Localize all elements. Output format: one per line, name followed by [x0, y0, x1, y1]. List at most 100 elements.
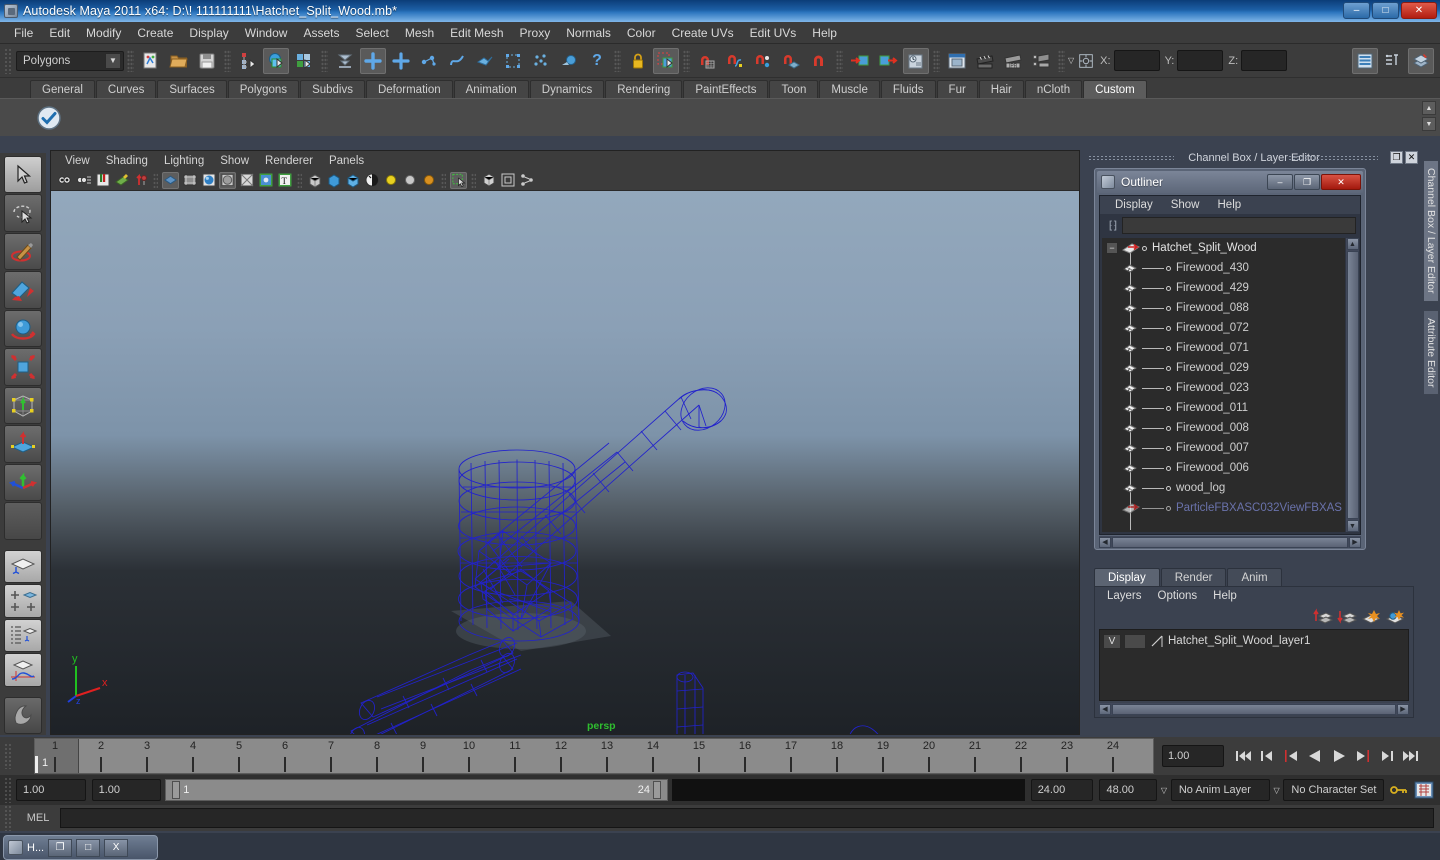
- menu-window[interactable]: Window: [237, 24, 296, 42]
- new-scene-icon[interactable]: [138, 48, 164, 74]
- menu-file[interactable]: File: [6, 24, 41, 42]
- tab-render[interactable]: Render: [1160, 568, 1227, 586]
- range-start-field[interactable]: 1.00: [91, 779, 162, 801]
- command-line-grip[interactable]: [4, 805, 13, 831]
- outliner-item-particle-view[interactable]: ParticleFBXASC032ViewFBXAS: [1102, 498, 1345, 518]
- isolate-select-icon[interactable]: [450, 171, 467, 189]
- command-line-input[interactable]: [60, 808, 1434, 828]
- single-object-icon[interactable]: [480, 172, 497, 189]
- coord-y-input[interactable]: [1177, 50, 1224, 71]
- layer-menu-options[interactable]: Options: [1150, 590, 1206, 602]
- outliner-item-firewood-007[interactable]: Firewood_007: [1102, 438, 1345, 458]
- scroll-up-icon[interactable]: ▲: [1346, 238, 1359, 250]
- layer-list-horizontal-scrollbar[interactable]: ◀ ▶: [1099, 703, 1409, 715]
- smooth-shade-icon[interactable]: [181, 172, 198, 189]
- outliner-item-firewood-029[interactable]: Firewood_029: [1102, 358, 1345, 378]
- outliner-persp-layout[interactable]: [4, 618, 42, 653]
- coord-z-input[interactable]: [1241, 50, 1288, 71]
- new-layer-icon[interactable]: [1361, 607, 1381, 625]
- shelf-tab-fluids[interactable]: Fluids: [880, 80, 936, 98]
- scrollbar-thumb[interactable]: [1112, 536, 1348, 548]
- viewport-menu-show[interactable]: Show: [212, 154, 257, 168]
- outliner-menu-show[interactable]: Show: [1162, 199, 1209, 211]
- shelf-tab-custom[interactable]: Custom: [1083, 80, 1147, 98]
- shadows-icon[interactable]: [363, 172, 380, 189]
- single-perspective-view-layout[interactable]: [4, 549, 42, 584]
- dot-light-orange-icon[interactable]: [420, 172, 437, 189]
- shelf-scroll-up-button[interactable]: ▲: [1422, 101, 1436, 115]
- outliner-item-firewood-023[interactable]: Firewood_023: [1102, 378, 1345, 398]
- taskbar-maximize-button[interactable]: □: [76, 838, 101, 857]
- select-by-object-icon[interactable]: [263, 47, 289, 74]
- tab-anim[interactable]: Anim: [1227, 568, 1282, 586]
- selection-highlight-icon[interactable]: [653, 47, 679, 74]
- open-scene-icon[interactable]: [166, 48, 192, 74]
- close-icon[interactable]: ✕: [1405, 151, 1418, 164]
- chevron-down-icon[interactable]: ▽: [1157, 779, 1171, 801]
- bookmarks-icon[interactable]: [94, 172, 111, 189]
- keyframe-icon[interactable]: [132, 172, 149, 189]
- viewport-menu-shading[interactable]: Shading: [98, 154, 156, 168]
- shelf-tab-curves[interactable]: Curves: [95, 80, 157, 98]
- menu-edit-mesh[interactable]: Edit Mesh: [442, 24, 511, 42]
- outliner-horizontal-scrollbar[interactable]: ◀ ▶: [1099, 536, 1361, 548]
- shelf-tab-fur[interactable]: Fur: [936, 80, 978, 98]
- outliner-item-firewood-430[interactable]: Firewood_430: [1102, 258, 1345, 278]
- shelf-tab-ncloth[interactable]: nCloth: [1024, 80, 1083, 98]
- outliner-item-firewood-088[interactable]: Firewood_088: [1102, 298, 1345, 318]
- dot-light-grey-icon[interactable]: [401, 172, 418, 189]
- xray-icon[interactable]: [238, 172, 255, 189]
- menu-create-uvs[interactable]: Create UVs: [664, 24, 742, 42]
- render-current-frame-icon[interactable]: [972, 48, 998, 74]
- outliner-item-firewood-011[interactable]: Firewood_011: [1102, 398, 1345, 418]
- layer-visibility-toggle[interactable]: V: [1103, 633, 1121, 649]
- menu-proxy[interactable]: Proxy: [512, 24, 559, 42]
- four-view-layout[interactable]: [4, 584, 42, 618]
- channel-box-toggle-icon[interactable]: [1352, 47, 1378, 74]
- range-slider-grip[interactable]: [4, 777, 13, 803]
- chevron-down-icon[interactable]: ▽: [1068, 56, 1074, 65]
- anim-layer-selector[interactable]: No Anim Layer: [1170, 779, 1270, 801]
- outliner-item-firewood-008[interactable]: Firewood_008: [1102, 418, 1345, 438]
- outliner-item-firewood-072[interactable]: Firewood_072: [1102, 318, 1345, 338]
- step-back-keyframe-icon[interactable]: [1256, 745, 1277, 767]
- outliner-tree[interactable]: − Hatchet_Split_Wood Firewood_430 Firewo…: [1102, 238, 1345, 532]
- paint-select-tool[interactable]: [4, 232, 42, 271]
- select-points-icon[interactable]: [388, 48, 414, 74]
- outliner-minimize-button[interactable]: –: [1267, 174, 1293, 190]
- shelf-tab-dynamics[interactable]: Dynamics: [529, 80, 605, 98]
- outliner-item-root[interactable]: − Hatchet_Split_Wood: [1102, 238, 1345, 258]
- go-to-start-icon[interactable]: [1232, 745, 1253, 767]
- shelf-tab-muscle[interactable]: Muscle: [819, 80, 880, 98]
- snap-to-curve-icon[interactable]: [722, 48, 748, 74]
- scrollbar-thumb[interactable]: [1346, 251, 1359, 519]
- outliner-vertical-scrollbar[interactable]: ▲ ▼: [1346, 238, 1359, 532]
- menu-display[interactable]: Display: [181, 24, 236, 42]
- scrollbar-thumb[interactable]: [1112, 703, 1396, 715]
- menu-create[interactable]: Create: [129, 24, 181, 42]
- outliner-search-input[interactable]: [1122, 217, 1356, 234]
- universal-manipulator-tool[interactable]: [4, 386, 42, 425]
- select-camera-icon[interactable]: [56, 172, 73, 189]
- layer-row[interactable]: V Hatchet_Split_Wood_layer1: [1100, 632, 1408, 650]
- shelf-tab-painteffects[interactable]: PaintEffects: [683, 80, 769, 98]
- taskbar-app-button[interactable]: H... ❐ □ X: [3, 835, 158, 860]
- scroll-left-icon[interactable]: ◀: [1099, 703, 1111, 715]
- timeline-grip[interactable]: [4, 743, 13, 769]
- xray-bounding-icon[interactable]: [499, 172, 516, 189]
- select-nurbs-icon[interactable]: [444, 48, 470, 74]
- grid-toggle-icon[interactable]: [518, 172, 535, 189]
- select-misc-icon[interactable]: [556, 48, 582, 74]
- shelf-tab-subdivs[interactable]: Subdivs: [300, 80, 365, 98]
- range-end-handle[interactable]: [653, 781, 662, 799]
- layer-shading-toggle[interactable]: [1124, 633, 1146, 649]
- outliner-item-firewood-071[interactable]: Firewood_071: [1102, 338, 1345, 358]
- outliner-item-wood-log[interactable]: wood_log: [1102, 478, 1345, 498]
- menu-select[interactable]: Select: [347, 24, 396, 42]
- current-time-field[interactable]: 1.00: [1162, 745, 1224, 767]
- play-backwards-icon[interactable]: [1304, 745, 1325, 767]
- viewport-menu-lighting[interactable]: Lighting: [156, 154, 212, 168]
- shelf-tab-deformation[interactable]: Deformation: [365, 80, 453, 98]
- menu-modify[interactable]: Modify: [78, 24, 129, 42]
- playback-range-bar[interactable]: 1 24: [165, 779, 669, 801]
